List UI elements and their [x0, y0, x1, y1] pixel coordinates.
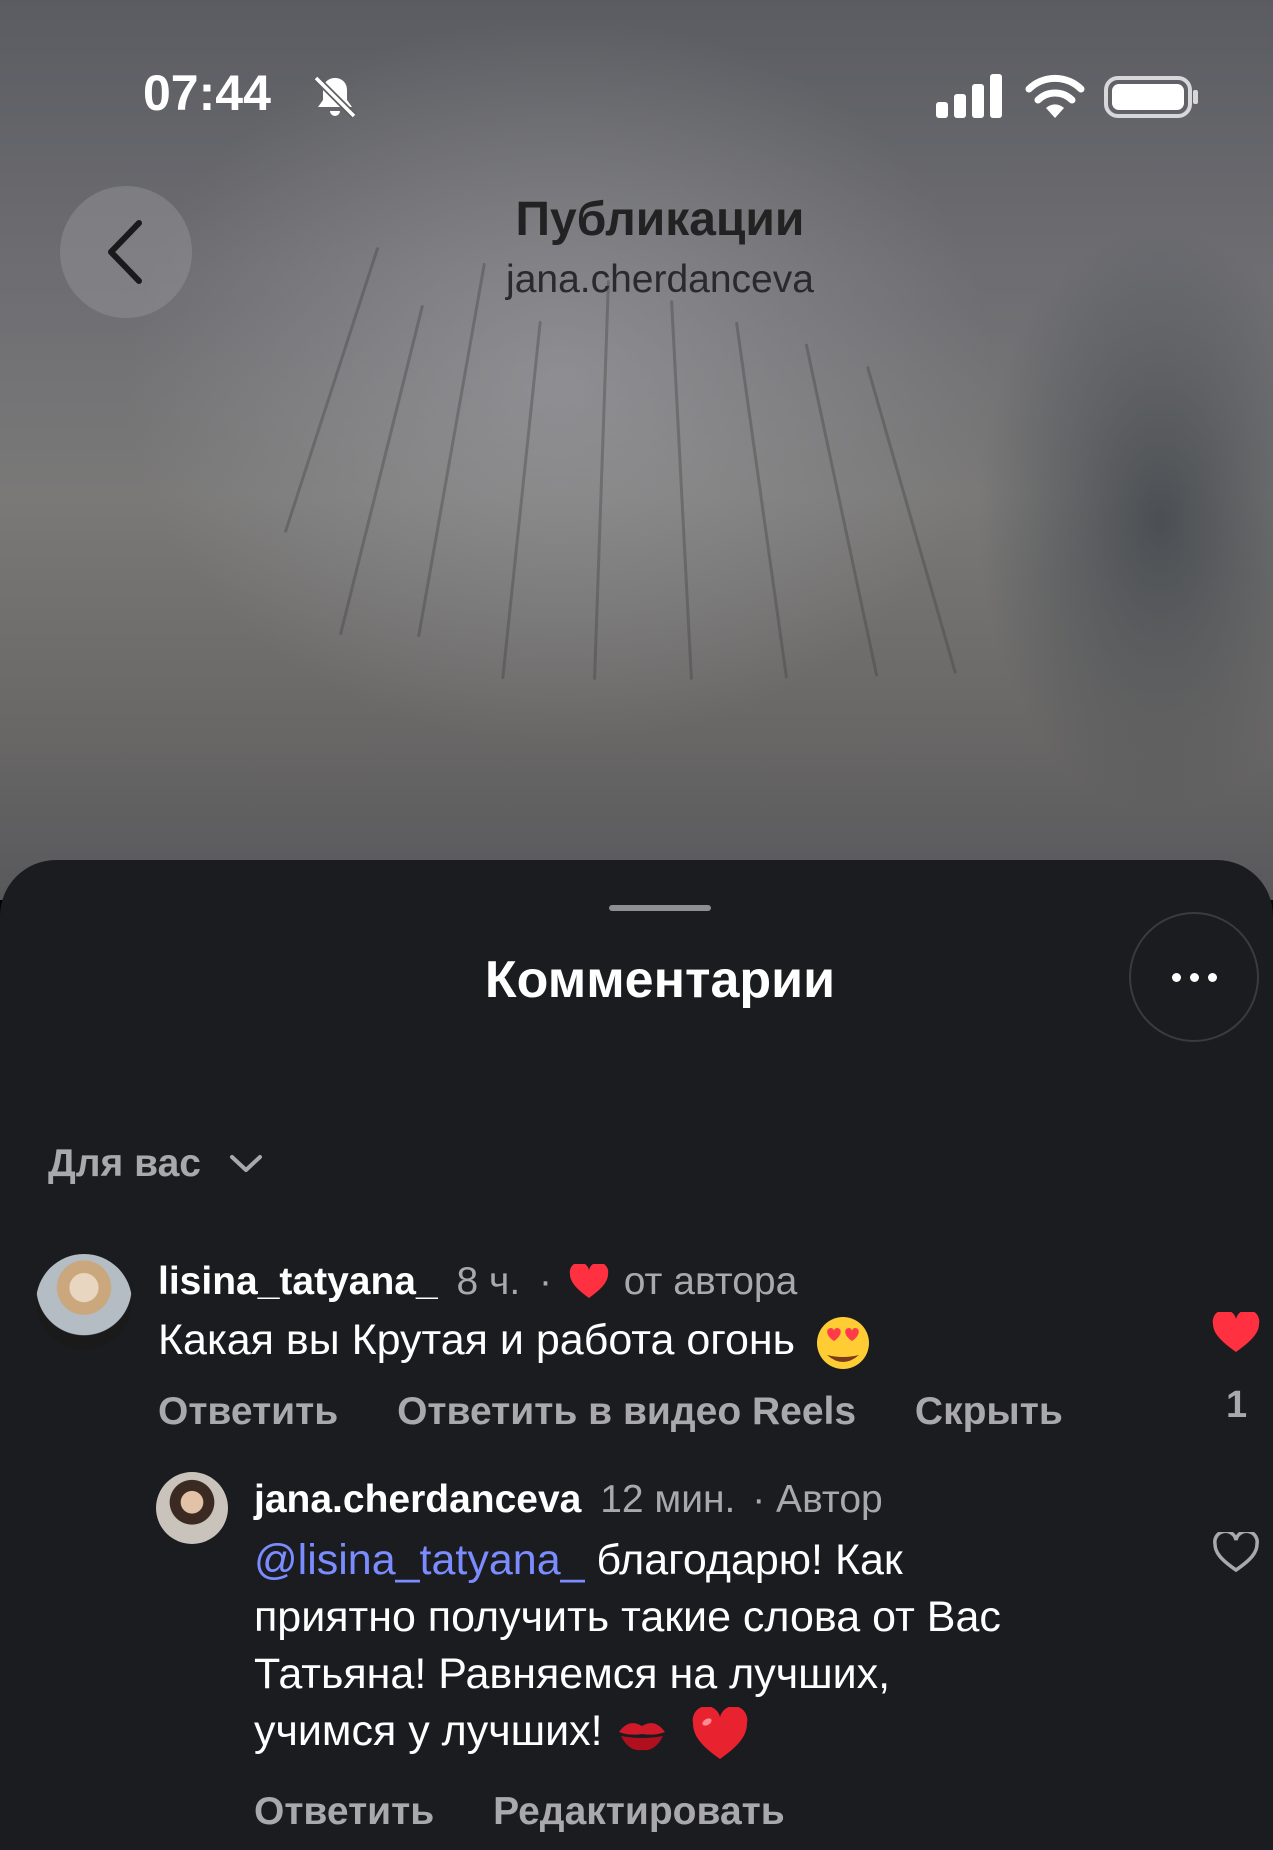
ellipsis-icon [1171, 972, 1181, 982]
reply-header: jana.cherdanceva 12 мин. · Автор [254, 1478, 883, 1522]
avatar[interactable] [36, 1254, 132, 1350]
reply-time: 12 мин. [600, 1478, 736, 1521]
page-subtitle-username[interactable]: jana.cherdanceva [0, 258, 1273, 302]
author-badge: · Автор [752, 1478, 883, 1521]
sheet-grabber[interactable] [609, 905, 711, 911]
wifi-icon [1025, 74, 1085, 118]
comment-username[interactable]: lisina_tatyana_ [158, 1260, 438, 1303]
sort-filter-label: Для вас [48, 1142, 201, 1185]
like-count: 1 [1226, 1384, 1248, 1426]
comment-actions: Ответить Ответить в видео Reels Скрыть [158, 1390, 1111, 1434]
kiss-mark-emoji [618, 1722, 665, 1750]
signal-icon [936, 74, 1002, 118]
sort-filter-dropdown[interactable]: Для вас [48, 1142, 263, 1186]
reply-button[interactable]: Ответить [158, 1390, 338, 1433]
chevron-down-icon [230, 1155, 262, 1172]
reply-text: @lisina_tatyana_ благодарю! Как приятно … [254, 1532, 1154, 1761]
separator: · [539, 1260, 553, 1303]
page-title: Публикации [515, 193, 805, 246]
liked-by-author-badge: от автора [623, 1260, 798, 1303]
like-heart-filled-icon[interactable] [1212, 1312, 1260, 1354]
hide-button[interactable]: Скрыть [915, 1390, 1063, 1433]
mention-link[interactable]: @lisina_tatyana_ [254, 1536, 585, 1584]
reply-username[interactable]: jana.cherdanceva [254, 1478, 581, 1521]
heart-eyes-emoji [817, 1316, 870, 1369]
comment-time: 8 ч. [456, 1260, 521, 1303]
reply-button[interactable]: Ответить [254, 1790, 434, 1833]
heart-icon [569, 1262, 609, 1298]
comments-sheet: Комментарии Для вас lisina_tatyana_ 8 ч.… [0, 860, 1273, 1850]
more-options-button[interactable] [1129, 912, 1259, 1042]
status-time: 07:44 [143, 65, 271, 121]
avatar[interactable] [156, 1472, 228, 1544]
video-background [0, 0, 1273, 900]
reply-in-reels-button[interactable]: Ответить в видео Reels [397, 1390, 856, 1433]
reply-actions: Ответить Редактировать [254, 1790, 833, 1834]
battery-icon [1104, 76, 1198, 118]
bell-slash-icon [313, 75, 357, 119]
red-heart-emoji [692, 1706, 747, 1759]
edit-button[interactable]: Редактировать [493, 1790, 785, 1833]
comment-header: lisina_tatyana_ 8 ч. · от автора [158, 1260, 797, 1304]
comments-title: Комментарии [484, 951, 836, 1009]
like-heart-outline-icon[interactable] [1212, 1532, 1260, 1574]
comment-text: Какая вы Крутая и работа огонь [158, 1312, 1018, 1371]
